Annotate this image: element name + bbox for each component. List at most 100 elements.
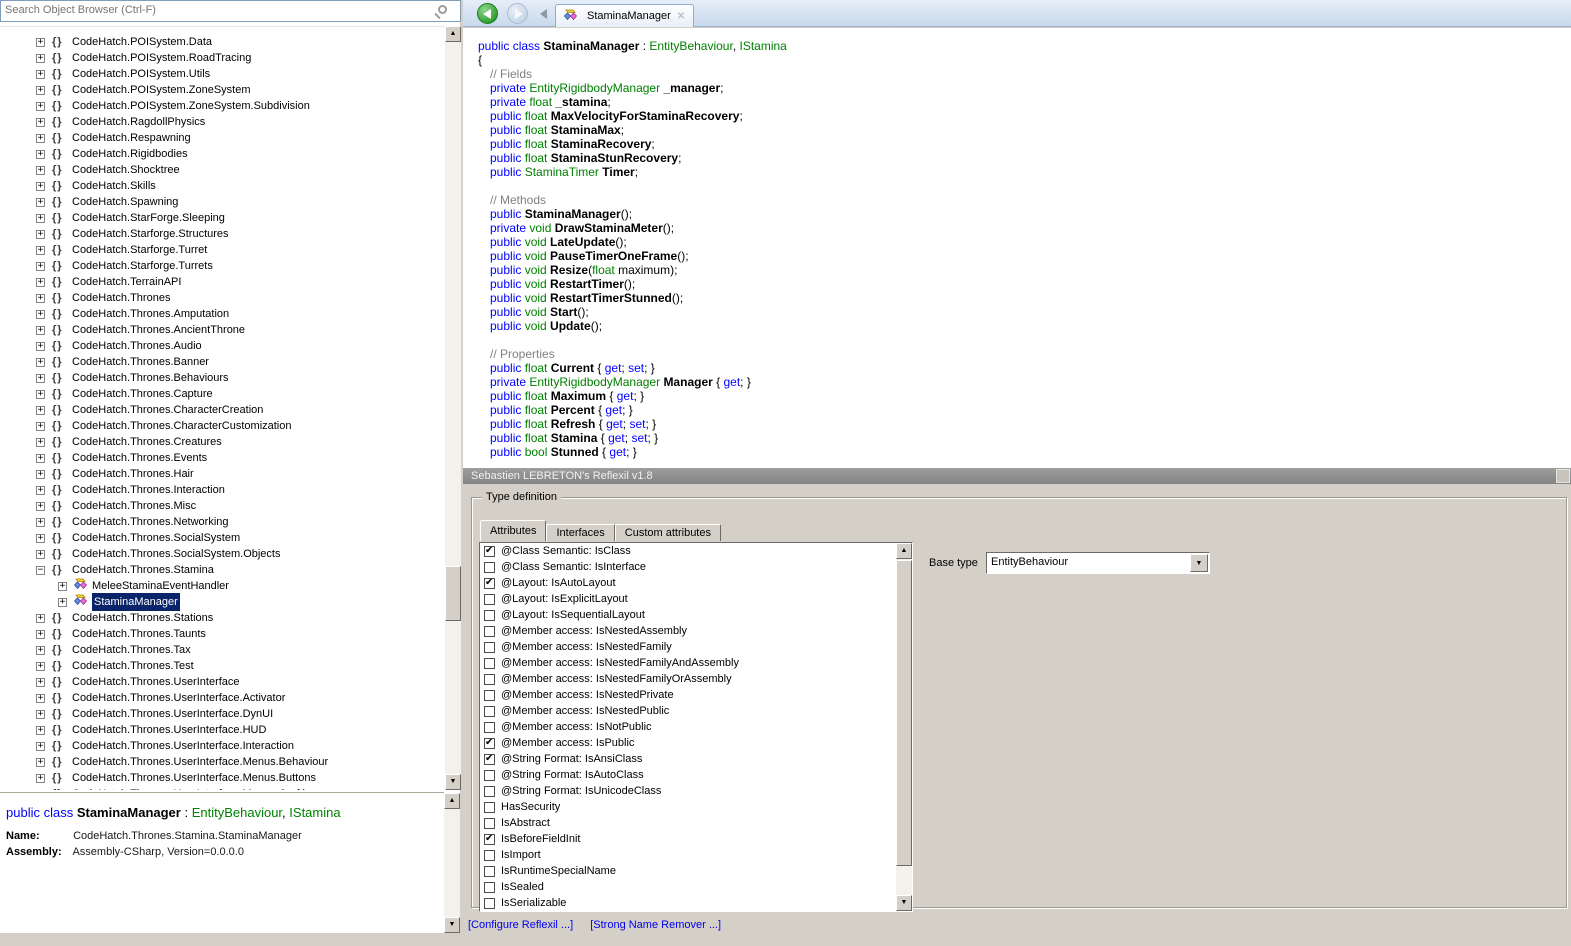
strong-name-remover-link[interactable]: [Strong Name Remover ...] [590, 919, 721, 931]
checkbox[interactable] [484, 593, 495, 605]
type-link[interactable]: void [525, 263, 550, 277]
expand-toggle[interactable]: + [36, 245, 45, 255]
type-link[interactable]: float [525, 417, 551, 431]
type-link[interactable]: EntityRigidbodyManager [529, 375, 663, 389]
tree-item[interactable]: + {} CodeHatch.POISystem.Utils [0, 66, 445, 82]
tree-item[interactable]: + {} CodeHatch.Respawning [0, 130, 445, 146]
base-type-combobox[interactable]: EntityBehaviour ▼ [986, 552, 1210, 574]
scroll-down-icon[interactable]: ▼ [896, 895, 912, 911]
attribute-row[interactable]: HasSecurity [480, 799, 912, 815]
expand-toggle[interactable]: + [36, 373, 45, 383]
tree-item[interactable]: + {} CodeHatch.Thrones.Misc [0, 498, 445, 514]
type-link[interactable]: EntityBehaviour [649, 39, 732, 53]
checkbox[interactable] [484, 673, 495, 685]
expand-toggle[interactable]: + [58, 581, 67, 591]
attribute-row[interactable]: IsSerializable [480, 895, 912, 911]
attribute-row[interactable]: @Class Semantic: IsClass [480, 543, 912, 559]
expand-toggle[interactable]: + [36, 69, 45, 79]
expand-toggle[interactable]: + [36, 37, 45, 47]
expand-toggle[interactable]: + [58, 597, 67, 607]
tree-item[interactable]: + {} CodeHatch.POISystem.ZoneSystem [0, 82, 445, 98]
type-link[interactable]: void [525, 305, 550, 319]
expand-toggle[interactable]: + [36, 389, 45, 399]
attribute-row[interactable]: IsRuntimeSpecialName [480, 863, 912, 879]
type-link[interactable]: bool [525, 445, 551, 459]
tree-item[interactable]: + {} CodeHatch.Thrones.Interaction [0, 482, 445, 498]
attribute-row[interactable]: IsSealed [480, 879, 912, 895]
tree-item[interactable]: + {} CodeHatch.Thrones.UserInterface [0, 674, 445, 690]
expand-toggle[interactable]: + [36, 693, 45, 703]
scroll-up-icon[interactable]: ▲ [896, 543, 912, 559]
tree-item[interactable]: + {} CodeHatch.Thrones.Tax [0, 642, 445, 658]
expand-toggle[interactable]: − [36, 565, 45, 575]
type-link[interactable]: void [525, 235, 550, 249]
tree-item[interactable]: + {} CodeHatch.Thrones.AncientThrone [0, 322, 445, 338]
forward-button[interactable] [507, 3, 528, 24]
attribute-row[interactable]: @Layout: IsExplicitLayout [480, 591, 912, 607]
tree-item[interactable]: + StaminaManager [0, 593, 445, 611]
tree-item[interactable]: + {} CodeHatch.Thrones.Hair [0, 466, 445, 482]
checkbox[interactable] [484, 577, 495, 589]
checkbox[interactable] [484, 689, 495, 701]
tree-item[interactable]: + {} CodeHatch.Thrones.Banner [0, 354, 445, 370]
expand-toggle[interactable]: + [36, 277, 45, 287]
tree-item[interactable]: + {} CodeHatch.Thrones.UserInterface.Menus… [0, 770, 445, 786]
expand-toggle[interactable]: + [36, 677, 45, 687]
type-link[interactable]: void [525, 277, 550, 291]
type-link[interactable]: float [525, 403, 551, 417]
tree-scrollbar[interactable]: ▲ ▼ [445, 26, 461, 790]
checkbox[interactable] [484, 865, 495, 877]
tree-item[interactable]: + {} CodeHatch.Starforge.Turrets [0, 258, 445, 274]
scrollbar-thumb[interactable] [445, 566, 461, 621]
attribute-row[interactable]: @String Format: IsAnsiClass [480, 751, 912, 767]
search-icon[interactable] [438, 5, 447, 14]
tree-item[interactable]: + {} CodeHatch.Thrones.UserInterface.DynUI [0, 706, 445, 722]
expand-toggle[interactable]: + [36, 517, 45, 527]
scroll-up-icon[interactable]: ▲ [444, 793, 460, 809]
expand-toggle[interactable]: + [36, 533, 45, 543]
tree-item[interactable]: + {} CodeHatch.Starforge.Turret [0, 242, 445, 258]
reflexil-tab-custom-attributes[interactable]: Custom attributes [614, 524, 721, 541]
attribute-row[interactable]: @Layout: IsSequentialLayout [480, 607, 912, 623]
tree-item[interactable]: + {} CodeHatch.Thrones.UserInterface.Activ… [0, 690, 445, 706]
tree-item[interactable]: + {} CodeHatch.StarForge.Sleeping [0, 210, 445, 226]
tree-item[interactable]: + {} CodeHatch.Thrones.Test [0, 658, 445, 674]
tree-item[interactable]: + {} CodeHatch.Skills [0, 178, 445, 194]
expand-toggle[interactable]: + [36, 117, 45, 127]
expand-toggle[interactable]: + [36, 501, 45, 511]
expand-toggle[interactable]: + [36, 181, 45, 191]
info-scrollbar[interactable]: ▲ ▼ [444, 793, 460, 933]
tree-item[interactable]: + {} CodeHatch.POISystem.RoadTracing [0, 50, 445, 66]
attribute-row[interactable]: @Member access: IsNestedFamily [480, 639, 912, 655]
close-tab-icon[interactable]: ✕ [677, 11, 685, 22]
expand-toggle[interactable]: + [36, 325, 45, 335]
checkbox[interactable] [484, 657, 495, 669]
tab-staminamanager[interactable]: StaminaManager ✕ [555, 4, 695, 27]
expand-toggle[interactable]: + [36, 341, 45, 351]
checkbox[interactable] [484, 721, 495, 733]
search-input[interactable] [1, 1, 431, 19]
tree-item[interactable]: + {} CodeHatch.RagdollPhysics [0, 114, 445, 130]
checkbox[interactable] [484, 625, 495, 637]
expand-toggle[interactable]: + [36, 741, 45, 751]
checkbox[interactable] [484, 561, 495, 573]
tree-item[interactable]: + {} CodeHatch.Spawning [0, 194, 445, 210]
type-link[interactable]: float [525, 123, 551, 137]
expand-toggle[interactable]: + [36, 133, 45, 143]
reflexil-tab-attributes[interactable]: Attributes [480, 520, 547, 541]
scroll-down-icon[interactable]: ▼ [444, 917, 460, 933]
checkbox[interactable] [484, 609, 495, 621]
type-link[interactable]: EntityBehaviour [192, 805, 282, 820]
expand-toggle[interactable]: + [36, 661, 45, 671]
combo-dropdown-icon[interactable]: ▼ [1190, 554, 1208, 572]
tree-item[interactable]: + {} CodeHatch.Rigidbodies [0, 146, 445, 162]
expand-toggle[interactable]: + [36, 213, 45, 223]
expand-toggle[interactable]: + [36, 197, 45, 207]
expand-toggle[interactable]: + [36, 405, 45, 415]
tree-item[interactable]: + {} CodeHatch.Thrones.Events [0, 450, 445, 466]
checkbox[interactable] [484, 769, 495, 781]
type-link[interactable]: float [525, 109, 551, 123]
expand-toggle[interactable]: + [36, 485, 45, 495]
tree-item[interactable]: + {} CodeHatch.Thrones.UserInterface.HUD [0, 722, 445, 738]
tree-item[interactable]: + MeleeStaminaEventHandler [0, 578, 445, 594]
